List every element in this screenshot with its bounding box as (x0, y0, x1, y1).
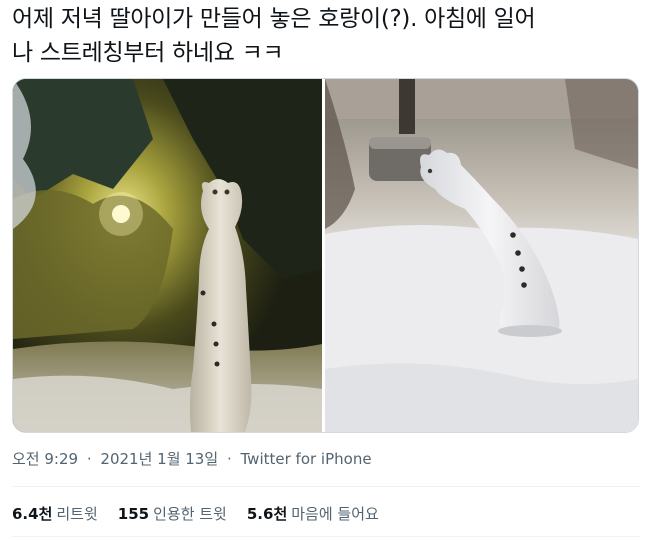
meta-separator: · (86, 450, 92, 468)
tweet-text-line-2: 나 스트레칭부터 하네요 ㅋㅋ (12, 40, 284, 66)
tweet-timestamp-row: 오전 9:29 · 2021년 1월 13일 · Twitter for iPh… (12, 448, 372, 469)
tweet-time: 오전 9:29 (12, 450, 79, 468)
photo-night-snow-tiger[interactable] (13, 79, 322, 432)
meta-separator-2: · (226, 450, 232, 468)
night-photo-image (13, 79, 322, 432)
divider-top (12, 486, 640, 487)
quotes-count: 155 (117, 505, 150, 523)
retweets-count: 6.4천 (12, 505, 53, 523)
morning-photo-image (325, 79, 638, 432)
tweet-text-line-1: 어제 저녁 딸아이가 만들어 놓은 호랑이(?). 아침에 일어 (12, 6, 536, 32)
quote-tweets-stat[interactable]: 155 인용한 트윗 (118, 503, 227, 524)
tweet-media (12, 78, 639, 433)
tweet-text: 어제 저녁 딸아이가 만들어 놓은 호랑이(?). 아침에 일어 나 스트레칭부… (12, 2, 648, 70)
likes-label: 마음에 들어요 (291, 505, 379, 523)
likes-count: 5.6천 (246, 505, 288, 523)
likes-stat[interactable]: 5.6천 마음에 들어요 (247, 503, 379, 524)
tweet-source-link[interactable]: Twitter for iPhone (241, 450, 372, 468)
tweet-stats: 6.4천 리트윗 155 인용한 트윗 5.6천 마음에 들어요 (12, 503, 379, 524)
tweet-time-link[interactable]: 오전 9:29 · 2021년 1월 13일 (12, 450, 223, 468)
retweets-stat[interactable]: 6.4천 리트윗 (12, 503, 98, 524)
tweet-date: 2021년 1월 13일 (100, 450, 219, 468)
retweets-label: 리트윗 (56, 505, 98, 523)
photo-morning-snow-tiger[interactable] (325, 79, 638, 432)
divider-bottom (12, 536, 640, 537)
quotes-label: 인용한 트윗 (153, 505, 227, 523)
